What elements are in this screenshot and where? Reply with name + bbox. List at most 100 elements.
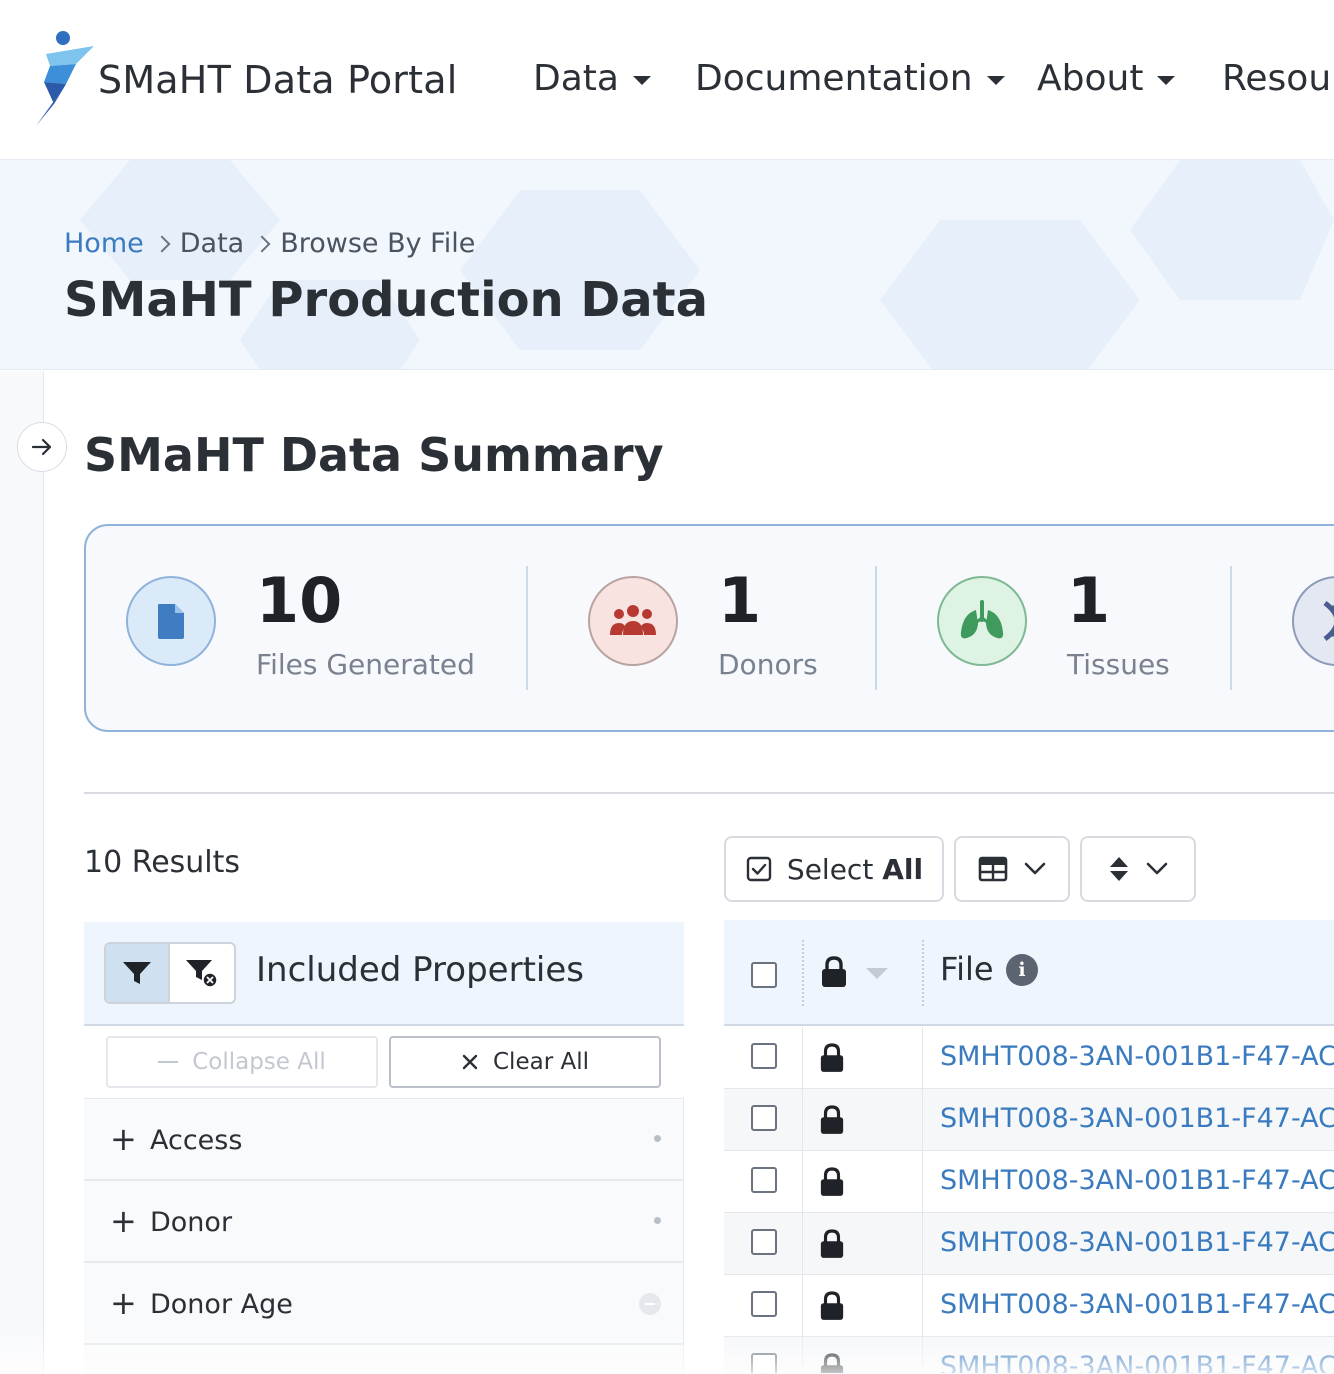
filter-exclude-icon bbox=[186, 960, 218, 988]
stat-donors-label: Donors bbox=[718, 648, 818, 681]
facet-access-label: Access bbox=[150, 1125, 243, 1156]
side-rail bbox=[0, 371, 44, 1374]
summary-title: SMaHT Data Summary bbox=[84, 428, 664, 482]
file-column-header[interactable]: File bbox=[940, 950, 994, 988]
chevron-right-icon bbox=[253, 235, 271, 252]
include-filter-button[interactable] bbox=[106, 944, 170, 1002]
facet-donor[interactable]: + Donor bbox=[84, 1181, 684, 1263]
close-icon bbox=[462, 1054, 478, 1070]
table-columns-icon bbox=[978, 856, 1008, 882]
row-checkbox[interactable] bbox=[751, 1105, 777, 1131]
results-table-header: File i bbox=[724, 920, 1334, 1026]
file-link[interactable]: SMHT008-3AN-001B1-F47-AC bbox=[940, 1227, 1334, 1258]
select-all-button[interactable]: Select All bbox=[724, 836, 944, 902]
caret-down-icon bbox=[632, 76, 651, 85]
stat-donors: 1 Donors bbox=[588, 570, 888, 684]
file-link[interactable]: SMHT008-3AN-001B1-F47-AC bbox=[940, 1103, 1334, 1134]
file-link[interactable]: SMHT008-3AN-001B1-F47-AC bbox=[940, 1041, 1334, 1072]
nav-about-menu[interactable]: About bbox=[1037, 58, 1176, 99]
facet-indicator-dot-icon bbox=[654, 1217, 661, 1224]
row-checkbox[interactable] bbox=[751, 1291, 777, 1317]
range-facet-icon bbox=[639, 1293, 661, 1315]
sort-caret-icon[interactable] bbox=[866, 968, 888, 979]
select-all-rows-checkbox[interactable] bbox=[751, 962, 777, 988]
minus-icon bbox=[158, 1061, 179, 1063]
stat-files: 10 Files Generated bbox=[126, 570, 526, 684]
facet-next[interactable] bbox=[84, 1345, 684, 1374]
facets-title: Included Properties bbox=[256, 950, 584, 990]
column-separator bbox=[922, 1089, 923, 1151]
table-row: SMHT008-3AN-001B1-F47-AC bbox=[724, 1027, 1334, 1089]
sort-dropdown-button[interactable] bbox=[1080, 836, 1196, 902]
row-checkbox[interactable] bbox=[751, 1229, 777, 1255]
results-count: 10 Results bbox=[84, 845, 241, 880]
column-separator bbox=[802, 1151, 803, 1213]
column-separator bbox=[922, 1027, 923, 1089]
nav-documentation-menu[interactable]: Documentation bbox=[695, 58, 1005, 99]
stat-assays bbox=[1292, 574, 1334, 684]
file-link[interactable]: SMHT008-3AN-001B1-F47-AC bbox=[940, 1165, 1334, 1196]
page-header bbox=[0, 160, 1334, 370]
nav-resources-menu[interactable]: Resour bbox=[1222, 58, 1334, 99]
column-separator bbox=[922, 1151, 923, 1213]
chevron-down-icon bbox=[1146, 862, 1168, 875]
collapse-all-button[interactable]: Collapse All bbox=[106, 1036, 378, 1088]
top-navbar: SMaHT Data Portal Data Documentation Abo… bbox=[0, 0, 1334, 160]
lungs-icon bbox=[937, 576, 1027, 666]
stat-divider bbox=[526, 566, 528, 690]
caret-down-icon bbox=[986, 76, 1005, 85]
file-link[interactable]: SMHT008-3AN-001B1-F47-AC bbox=[940, 1351, 1334, 1373]
stat-files-label: Files Generated bbox=[256, 648, 475, 681]
lock-icon bbox=[820, 1043, 844, 1072]
row-checkbox[interactable] bbox=[751, 1043, 777, 1069]
stat-donors-value: 1 bbox=[718, 564, 762, 637]
filter-mode-toggle[interactable] bbox=[104, 942, 236, 1004]
plus-icon: + bbox=[110, 1120, 137, 1158]
collapse-all-label: Collapse All bbox=[192, 1049, 326, 1075]
section-divider bbox=[84, 792, 1334, 794]
plus-icon: + bbox=[110, 1284, 137, 1322]
lock-icon[interactable] bbox=[820, 956, 848, 988]
clear-all-button[interactable]: Clear All bbox=[389, 1036, 661, 1088]
sort-icon bbox=[1110, 857, 1128, 881]
lock-icon bbox=[820, 1229, 844, 1258]
arrow-right-icon bbox=[31, 438, 52, 456]
nav-data-menu[interactable]: Data bbox=[533, 58, 651, 99]
column-separator bbox=[802, 1027, 803, 1089]
nav-data-label: Data bbox=[533, 58, 619, 99]
columns-dropdown-button[interactable] bbox=[954, 836, 1070, 902]
breadcrumb-home-link[interactable]: Home bbox=[64, 228, 144, 259]
column-separator bbox=[922, 1213, 923, 1275]
exclude-filter-button[interactable] bbox=[170, 944, 234, 1002]
lock-icon bbox=[820, 1291, 844, 1320]
file-icon bbox=[126, 576, 216, 666]
plus-icon: + bbox=[110, 1202, 137, 1240]
lock-icon bbox=[820, 1105, 844, 1134]
facet-donor-age-label: Donor Age bbox=[150, 1289, 293, 1320]
stat-tissues-value: 1 bbox=[1067, 564, 1111, 637]
column-separator bbox=[802, 1213, 803, 1275]
facet-donor-label: Donor bbox=[150, 1207, 233, 1238]
info-icon[interactable]: i bbox=[1006, 954, 1038, 986]
checkbox-checked-icon bbox=[746, 856, 772, 882]
stat-divider bbox=[1230, 566, 1232, 690]
column-separator bbox=[802, 940, 804, 1006]
column-separator bbox=[922, 1337, 923, 1373]
brand[interactable]: SMaHT Data Portal bbox=[30, 28, 457, 128]
lock-icon bbox=[820, 1353, 844, 1373]
brand-title: SMaHT Data Portal bbox=[98, 58, 458, 102]
file-link[interactable]: SMHT008-3AN-001B1-F47-AC bbox=[940, 1289, 1334, 1320]
column-separator bbox=[802, 1337, 803, 1373]
facet-access[interactable]: + Access bbox=[84, 1099, 684, 1181]
expand-sidebar-button[interactable] bbox=[17, 422, 67, 472]
row-checkbox[interactable] bbox=[751, 1167, 777, 1193]
facet-donor-age[interactable]: + Donor Age bbox=[84, 1263, 684, 1345]
chevron-right-icon bbox=[153, 235, 171, 252]
facet-indicator-dot-icon bbox=[654, 1135, 661, 1142]
breadcrumb-browse-by-file: Browse By File bbox=[280, 228, 476, 259]
lock-icon bbox=[820, 1167, 844, 1196]
row-checkbox[interactable] bbox=[751, 1353, 777, 1373]
column-separator bbox=[802, 1089, 803, 1151]
nav-resources-label: Resour bbox=[1222, 58, 1334, 99]
column-separator bbox=[922, 940, 924, 1006]
